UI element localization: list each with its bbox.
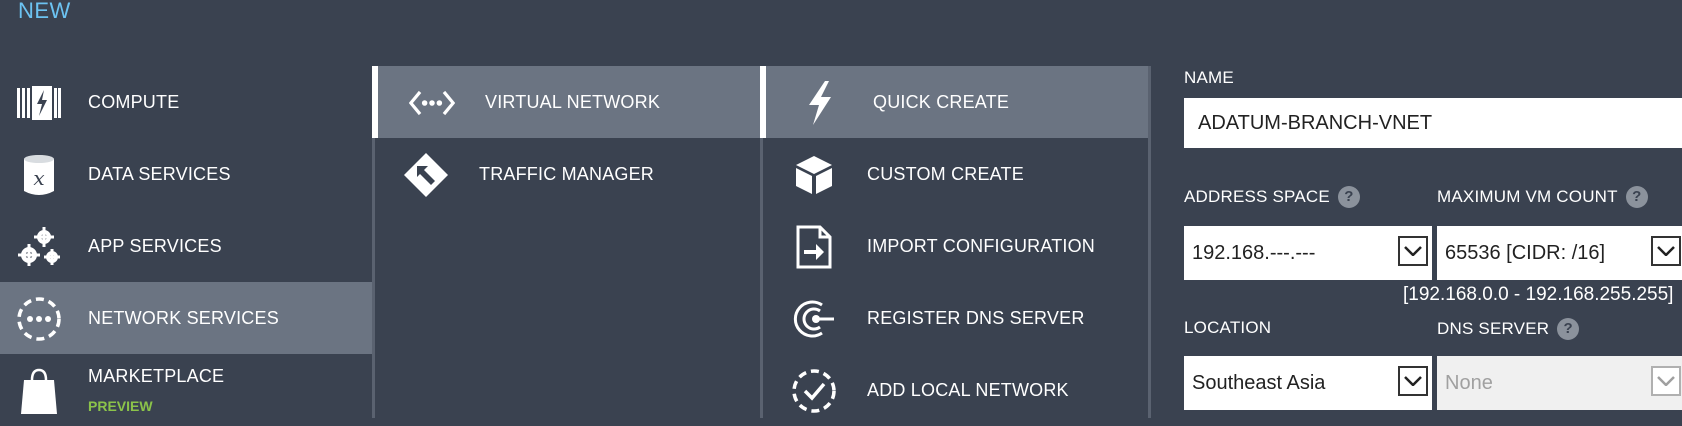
new-header-title: NEW bbox=[18, 0, 71, 23]
dns-server-select[interactable]: None bbox=[1437, 356, 1682, 410]
network-icon bbox=[16, 296, 62, 342]
maximum-vm-count-value: 65536 [CIDR: /16] bbox=[1445, 241, 1606, 264]
virtual-network-form: NAME ADDRESS SPACE ? 192.168.---.--- MAX… bbox=[1148, 66, 1682, 418]
chevron-down-icon[interactable] bbox=[1398, 236, 1428, 266]
location-select[interactable]: Southeast Asia bbox=[1184, 356, 1432, 410]
address-space-select[interactable]: 192.168.---.--- bbox=[1184, 226, 1432, 280]
option-quick-create[interactable]: QUICK CREATE bbox=[760, 66, 1151, 138]
category-network-services[interactable]: NETWORK SERVICES bbox=[0, 282, 372, 354]
address-space-label: ADDRESS SPACE ? bbox=[1184, 186, 1360, 208]
category-list: COMPUTE x DATA SERVICES APP SERVICES NET… bbox=[0, 66, 372, 418]
name-field[interactable] bbox=[1184, 98, 1682, 148]
name-label: NAME bbox=[1184, 68, 1234, 87]
category-label: DATA SERVICES bbox=[88, 164, 231, 184]
chevron-down-icon[interactable] bbox=[1651, 236, 1681, 266]
category-compute[interactable]: COMPUTE bbox=[0, 66, 372, 138]
maximum-vm-count-select[interactable]: 65536 [CIDR: /16] bbox=[1437, 226, 1682, 280]
option-register-dns-server[interactable]: REGISTER DNS SERVER bbox=[763, 282, 1151, 354]
option-traffic-manager[interactable]: TRAFFIC MANAGER bbox=[375, 138, 763, 210]
category-label: NETWORK SERVICES bbox=[88, 308, 279, 328]
address-range-text: [192.168.0.0 - 192.168.255.255] bbox=[1403, 284, 1674, 305]
option-label: CUSTOM CREATE bbox=[867, 164, 1024, 184]
shopping-bag-icon bbox=[16, 368, 62, 414]
address-space-help-icon[interactable]: ? bbox=[1337, 186, 1360, 208]
option-label: IMPORT CONFIGURATION bbox=[867, 236, 1096, 256]
chevron-down-icon[interactable] bbox=[1651, 366, 1681, 396]
option-label: QUICK CREATE bbox=[873, 92, 1010, 112]
option-label: ADD LOCAL NETWORK bbox=[867, 380, 1069, 400]
dns-server-help-icon[interactable]: ? bbox=[1557, 318, 1580, 340]
import-file-icon bbox=[791, 224, 837, 270]
option-custom-create[interactable]: CUSTOM CREATE bbox=[763, 138, 1151, 210]
category-label: MARKETPLACE bbox=[88, 366, 225, 386]
category-label: APP SERVICES bbox=[88, 236, 222, 256]
gears-icon bbox=[16, 224, 62, 270]
category-app-services[interactable]: APP SERVICES bbox=[0, 210, 372, 282]
preview-badge: PREVIEW bbox=[88, 398, 153, 414]
option-label: REGISTER DNS SERVER bbox=[867, 308, 1085, 328]
network-services-list: VIRTUAL NETWORK TRAFFIC MANAGER bbox=[372, 66, 763, 418]
lightning-icon bbox=[797, 80, 843, 126]
create-options-list: QUICK CREATE CUSTOM CREATE IMPORT CONFIG… bbox=[760, 66, 1151, 418]
location-label: LOCATION bbox=[1184, 318, 1272, 337]
option-virtual-network[interactable]: VIRTUAL NETWORK bbox=[372, 66, 763, 138]
option-label: TRAFFIC MANAGER bbox=[479, 164, 655, 184]
box-icon bbox=[791, 152, 837, 198]
option-label: VIRTUAL NETWORK bbox=[485, 92, 661, 112]
chevron-down-icon[interactable] bbox=[1398, 366, 1428, 396]
maximum-vm-count-label: MAXIMUM VM COUNT ? bbox=[1437, 186, 1648, 208]
location-value: Southeast Asia bbox=[1192, 371, 1326, 394]
maximum-vm-count-help-icon[interactable]: ? bbox=[1625, 186, 1648, 208]
compute-icon bbox=[16, 80, 62, 126]
virtual-network-icon bbox=[409, 80, 455, 126]
option-import-configuration[interactable]: IMPORT CONFIGURATION bbox=[763, 210, 1151, 282]
address-space-value: 192.168.---.--- bbox=[1192, 241, 1316, 264]
category-marketplace[interactable]: MARKETPLACE PREVIEW bbox=[0, 354, 372, 426]
dns-server-label: DNS SERVER ? bbox=[1437, 318, 1580, 340]
svg-text:x: x bbox=[33, 166, 44, 190]
local-network-icon bbox=[791, 368, 837, 414]
option-add-local-network[interactable]: ADD LOCAL NETWORK bbox=[763, 354, 1151, 426]
traffic-manager-icon bbox=[403, 152, 449, 198]
category-label: COMPUTE bbox=[88, 92, 180, 112]
dns-server-icon bbox=[791, 296, 837, 342]
category-data-services[interactable]: x DATA SERVICES bbox=[0, 138, 372, 210]
data-services-icon: x bbox=[16, 152, 62, 198]
dns-server-value: None bbox=[1445, 371, 1493, 394]
